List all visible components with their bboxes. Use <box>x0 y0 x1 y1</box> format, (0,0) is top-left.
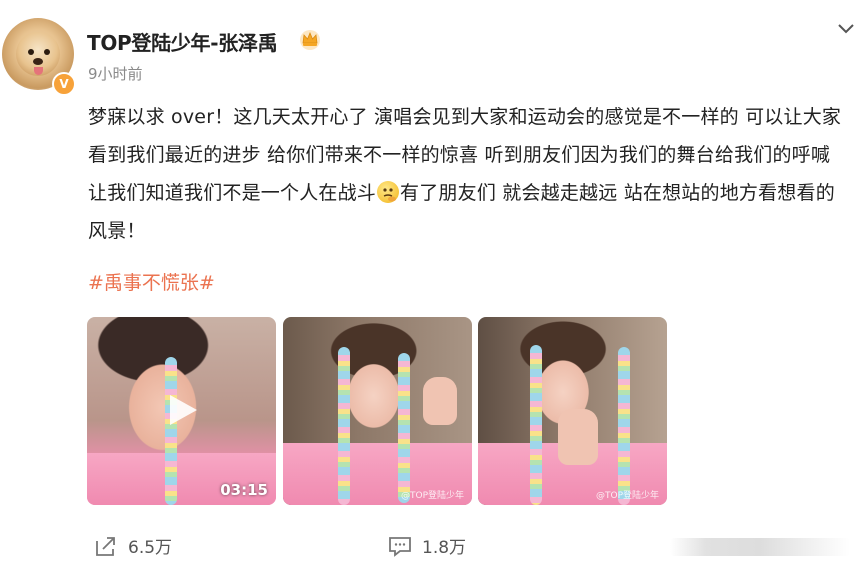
post-text: 梦寐以求 over！这几天太开心了 演唱会见到大家和运动会的感觉是不一样的 可以… <box>88 98 853 250</box>
avatar-nose <box>33 58 43 65</box>
comment-button[interactable]: 1.8万 <box>388 533 466 558</box>
comment-count: 1.8万 <box>422 538 467 558</box>
braid <box>165 357 177 505</box>
braid <box>338 347 350 505</box>
photo-thumbnail[interactable]: @TOP登陆少年 <box>478 317 667 505</box>
watermark: @TOP登陆少年 <box>400 491 464 501</box>
share-button[interactable]: 6.5万 <box>94 533 172 558</box>
verified-badge: V <box>52 72 76 96</box>
chevron-down-icon[interactable] <box>836 22 856 36</box>
braid <box>398 353 410 503</box>
crown-icon <box>300 30 320 50</box>
play-icon[interactable] <box>164 392 200 428</box>
video-thumbnail[interactable]: 03:15 <box>87 317 276 505</box>
thinking-emoji-icon <box>377 181 400 203</box>
avatar-eye <box>44 49 50 55</box>
watermark: @TOP登陆少年 <box>595 491 659 501</box>
braid <box>530 345 542 505</box>
author-name[interactable]: TOP登陆少年-张泽禹 <box>87 27 278 56</box>
hand <box>423 377 457 425</box>
post-time: 9小时前 <box>88 65 143 83</box>
avatar-eye <box>28 49 34 55</box>
share-icon <box>96 536 115 556</box>
hand <box>558 409 598 465</box>
blurred-like-area <box>670 538 850 556</box>
share-count: 6.5万 <box>128 538 173 558</box>
video-duration: 03:15 <box>220 481 268 499</box>
comment-icon <box>389 536 411 557</box>
braid <box>618 347 630 505</box>
hashtag-link[interactable]: #禹事不慌张# <box>88 268 215 295</box>
photo-thumbnail[interactable]: @TOP登陆少年 <box>283 317 472 505</box>
